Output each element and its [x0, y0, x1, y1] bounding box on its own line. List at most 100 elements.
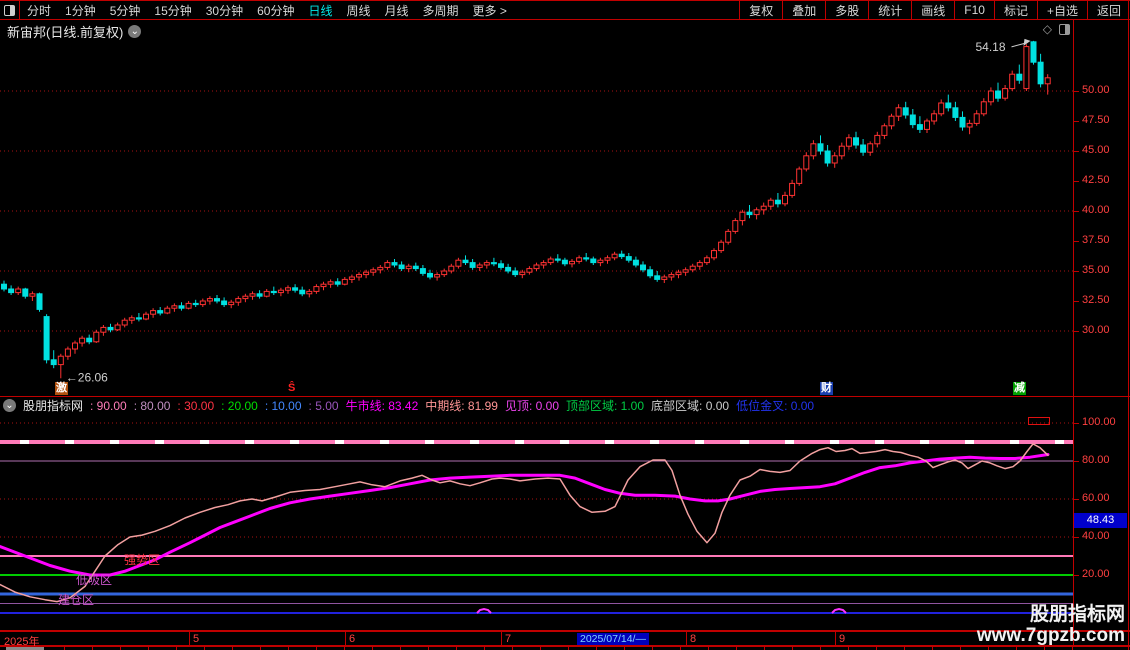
candle-body — [896, 108, 901, 116]
candle-body — [662, 277, 667, 279]
period-tab-更多 >[interactable]: 更多 > — [466, 2, 514, 19]
period-tab-多周期[interactable]: 多周期 — [416, 2, 466, 19]
indicator-param: 底部区域: 0.00 — [651, 397, 729, 414]
indicator-param: : 20.00 — [221, 399, 258, 413]
price-axis-label: 37.50 — [1082, 234, 1128, 246]
candle-body — [648, 270, 653, 276]
candlestick-chart-canvas[interactable]: ←26.0654.18 — [0, 20, 1073, 396]
price-axis-label: 30.00 — [1082, 324, 1128, 336]
candle-body — [80, 338, 85, 343]
candle-body — [669, 275, 674, 277]
candle-body — [73, 343, 78, 349]
price-axis-label: 32.50 — [1082, 294, 1128, 306]
candle-body — [974, 114, 979, 124]
month-label: 8 — [690, 633, 696, 645]
candle-body — [981, 102, 986, 114]
tool-button-F10[interactable]: F10 — [954, 1, 994, 19]
event-marker-Ŝ: Ŝ — [287, 382, 296, 395]
candle-body — [144, 314, 149, 319]
indicator-chevron-icon[interactable]: ⌄ — [3, 399, 16, 412]
candle-body — [470, 263, 475, 268]
tool-button-统计[interactable]: 统计 — [868, 1, 911, 19]
zone-label-建仓区: 建仓区 — [58, 591, 94, 608]
candle-body — [839, 146, 844, 156]
candle-body — [129, 318, 134, 320]
candle-body — [733, 221, 738, 232]
price-axis-label: 45.00 — [1082, 144, 1128, 156]
candle-body — [527, 269, 532, 273]
indicator-name: 股朋指标网 — [23, 397, 83, 414]
candle-body — [584, 258, 589, 259]
date-axis: 2025年 2025/07/14/— 56789 — [0, 631, 1130, 646]
candle-body — [875, 135, 880, 143]
candle-body — [506, 267, 511, 271]
period-tab-5分钟[interactable]: 5分钟 — [103, 2, 148, 19]
candle-body — [960, 117, 965, 127]
candle-body — [861, 145, 866, 152]
event-marker-减: 减 — [1013, 382, 1026, 395]
price-axis-tick — [1074, 151, 1079, 152]
period-tab-1分钟[interactable]: 1分钟 — [58, 2, 103, 19]
trading-app-window: 分时1分钟5分钟15分钟30分钟60分钟日线周线月线多周期更多 > 复权叠加多股… — [0, 0, 1130, 650]
price-axis-tick — [1074, 271, 1079, 272]
candle-body — [939, 103, 944, 114]
candle-body — [44, 317, 49, 360]
selected-date-badge: 2025/07/14/— — [577, 633, 649, 645]
indicator-param: 牛市线: 83.42 — [346, 397, 419, 414]
window-split-button[interactable] — [0, 1, 20, 19]
period-tab-日线[interactable]: 日线 — [301, 2, 339, 19]
period-tab-60分钟[interactable]: 60分钟 — [250, 2, 301, 19]
high-arrow-head — [1024, 39, 1031, 46]
price-axis-label: 42.50 — [1082, 174, 1128, 186]
indicator-header: ⌄ 股朋指标网: 90.00: 80.00: 30.00: 20.00: 10.… — [3, 397, 814, 414]
candle-body — [257, 294, 262, 296]
candle-body — [598, 260, 603, 262]
candle-body — [101, 327, 106, 332]
high-price-label: 54.18 — [976, 40, 1006, 54]
candle-body — [726, 231, 731, 242]
price-axis-tick — [1074, 211, 1079, 212]
zone-label-强势区: 强势区 — [124, 551, 160, 568]
indicator-param: : 10.00 — [265, 399, 302, 413]
candle-body — [286, 288, 291, 290]
candle-body — [271, 291, 276, 292]
candle-body — [371, 270, 376, 272]
period-tab-30分钟[interactable]: 30分钟 — [199, 2, 250, 19]
candle-body — [314, 287, 319, 292]
candle-body — [264, 291, 269, 296]
tool-button-画线[interactable]: 画线 — [911, 1, 954, 19]
candle-body — [236, 299, 241, 303]
price-axis-tick — [1074, 301, 1079, 302]
indicator-corner-box — [1028, 417, 1050, 425]
indicator-param: 顶部区域: 1.00 — [566, 397, 644, 414]
candle-body — [683, 270, 688, 272]
indicator-axis-tick — [1074, 461, 1079, 462]
period-tab-月线[interactable]: 月线 — [378, 2, 416, 19]
tool-button-多股[interactable]: 多股 — [825, 1, 868, 19]
tool-button-复权[interactable]: 复权 — [739, 1, 782, 19]
candle-body — [449, 266, 454, 271]
candle-body — [605, 258, 610, 260]
tool-button-+自选[interactable]: +自选 — [1037, 1, 1087, 19]
tool-button-标记[interactable]: 标记 — [994, 1, 1037, 19]
tool-button-返回[interactable]: 返回 — [1087, 1, 1130, 19]
zone-label-低吸区: 低吸区 — [76, 571, 112, 588]
axis-border-line — [1073, 20, 1074, 646]
indicator-param: 中期线: 81.99 — [425, 397, 498, 414]
candle-body — [406, 266, 411, 268]
period-tab-分时[interactable]: 分时 — [20, 2, 58, 19]
candle-body — [23, 289, 28, 296]
candle-body — [378, 267, 383, 269]
period-tab-周线[interactable]: 周线 — [339, 2, 377, 19]
price-axis-tick — [1074, 91, 1079, 92]
candle-body — [889, 116, 894, 126]
candle-body — [1045, 78, 1050, 84]
candle-body — [2, 284, 7, 289]
period-tab-15分钟[interactable]: 15分钟 — [147, 2, 198, 19]
candle-body — [442, 271, 447, 275]
price-axis-label: 35.00 — [1082, 264, 1128, 276]
indicator-chart-canvas[interactable] — [0, 415, 1073, 630]
candle-body — [392, 263, 397, 265]
tool-button-叠加[interactable]: 叠加 — [782, 1, 825, 19]
candle-body — [747, 212, 752, 214]
